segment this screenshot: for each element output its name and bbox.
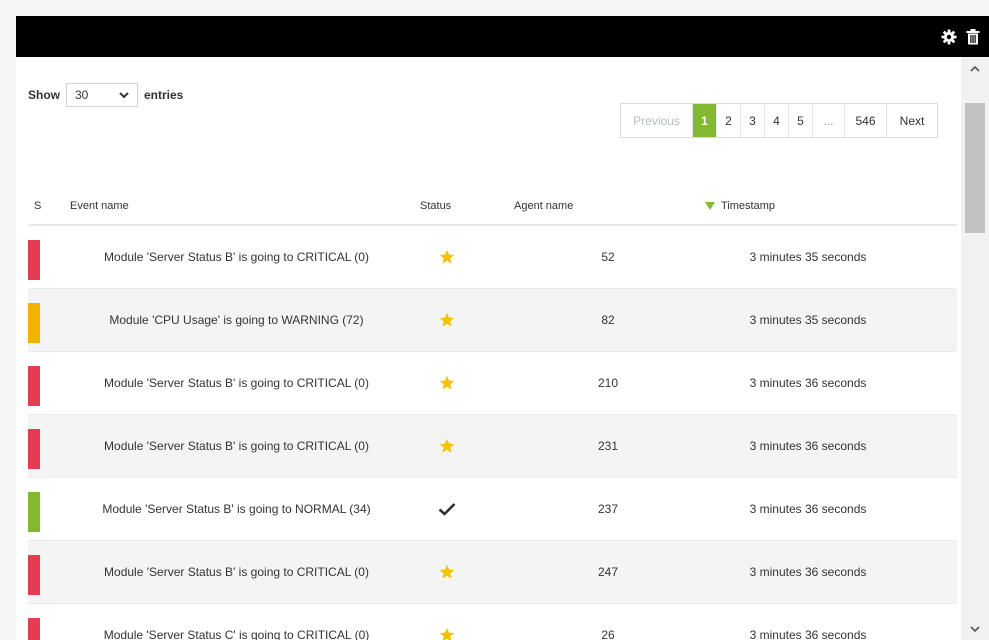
check-icon [434, 478, 460, 540]
timestamp: 3 minutes 36 seconds [749, 628, 867, 640]
table-body: Module 'Server Status B' is going to CRI… [28, 226, 957, 640]
event-name: Module 'Server Status C' is going to CRI… [103, 628, 370, 640]
events-table-container: Show 30 entries Previous 1 2 3 4 5 ... 5… [16, 57, 961, 640]
widget-titlebar [16, 16, 989, 57]
event-name: Module 'Server Status B' is going to CRI… [104, 565, 369, 579]
entries-length-control: Show 30 entries [28, 83, 183, 107]
pagination-ellipsis: ... [813, 104, 845, 137]
timestamp: 3 minutes 36 seconds [749, 439, 867, 453]
column-header-event-name[interactable]: Event name [70, 200, 129, 212]
event-name: Module 'Server Status B' is going to CRI… [104, 439, 369, 453]
star-icon [434, 226, 460, 288]
table-header: S Event name Status Agent name Timestamp [28, 192, 957, 226]
event-name: Module 'Server Status B' is going to CRI… [104, 250, 369, 264]
table-row[interactable]: Module 'CPU Usage' is going to WARNING (… [28, 289, 957, 352]
scrollbar-thumb[interactable] [965, 103, 985, 233]
entries-select-value: 30 [75, 88, 89, 102]
page-last[interactable]: 546 [845, 104, 887, 137]
timestamp: 3 minutes 36 seconds [749, 376, 867, 390]
entries-label: entries [144, 88, 184, 102]
chevron-down-icon [119, 88, 129, 102]
table-row[interactable]: Module 'Server Status B' is going to CRI… [28, 541, 957, 604]
table-row[interactable]: Module 'Server Status B' is going to NOR… [28, 478, 957, 541]
timestamp: 3 minutes 35 seconds [749, 250, 867, 264]
column-header-timestamp-label: Timestamp [721, 200, 775, 212]
table-row[interactable]: Module 'Server Status B' is going to CRI… [28, 415, 957, 478]
show-label: Show [28, 88, 60, 102]
column-header-agent-name[interactable]: Agent name [514, 200, 573, 212]
column-header-status[interactable]: Status [420, 200, 451, 212]
pagination-next[interactable]: Next [887, 104, 937, 137]
column-header-severity[interactable]: S [34, 200, 41, 212]
table-row[interactable]: Module 'Server Status B' is going to CRI… [28, 352, 957, 415]
event-name: Module 'CPU Usage' is going to WARNING (… [109, 313, 364, 327]
page-1[interactable]: 1 [693, 104, 717, 137]
star-icon [434, 415, 460, 477]
agent-name: 26 [601, 628, 615, 640]
page-2[interactable]: 2 [717, 104, 741, 137]
timestamp: 3 minutes 36 seconds [749, 502, 867, 516]
agent-name: 82 [601, 313, 615, 327]
pagination: Previous 1 2 3 4 5 ... 546 Next [620, 103, 938, 138]
sort-desc-icon [705, 202, 715, 210]
events-table: S Event name Status Agent name Timestamp… [28, 192, 957, 640]
page-4[interactable]: 4 [765, 104, 789, 137]
star-icon [434, 604, 460, 640]
agent-name: 237 [597, 502, 619, 516]
timestamp: 3 minutes 36 seconds [749, 565, 867, 579]
star-icon [434, 289, 460, 351]
scroll-up-arrow-icon[interactable] [961, 57, 989, 79]
table-row[interactable]: Module 'Server Status B' is going to CRI… [28, 226, 957, 289]
trash-icon[interactable] [963, 27, 983, 47]
entries-select[interactable]: 30 [66, 83, 138, 107]
agent-name: 231 [597, 439, 619, 453]
star-icon [434, 352, 460, 414]
pagination-previous[interactable]: Previous [621, 104, 693, 137]
event-name: Module 'Server Status B' is going to NOR… [102, 502, 371, 516]
vertical-scrollbar[interactable] [961, 57, 989, 640]
page-3[interactable]: 3 [741, 104, 765, 137]
event-name: Module 'Server Status B' is going to CRI… [104, 376, 369, 390]
events-widget: Show 30 entries Previous 1 2 3 4 5 ... 5… [16, 16, 989, 640]
star-icon [434, 541, 460, 603]
table-row[interactable]: Module 'Server Status C' is going to CRI… [28, 604, 957, 640]
gear-icon[interactable] [939, 27, 959, 47]
column-header-timestamp[interactable]: Timestamp [705, 200, 775, 212]
page-5[interactable]: 5 [789, 104, 813, 137]
timestamp: 3 minutes 35 seconds [749, 313, 867, 327]
agent-name: 52 [601, 250, 615, 264]
agent-name: 247 [597, 565, 619, 579]
agent-name: 210 [597, 376, 619, 390]
scroll-down-arrow-icon[interactable] [961, 618, 989, 640]
